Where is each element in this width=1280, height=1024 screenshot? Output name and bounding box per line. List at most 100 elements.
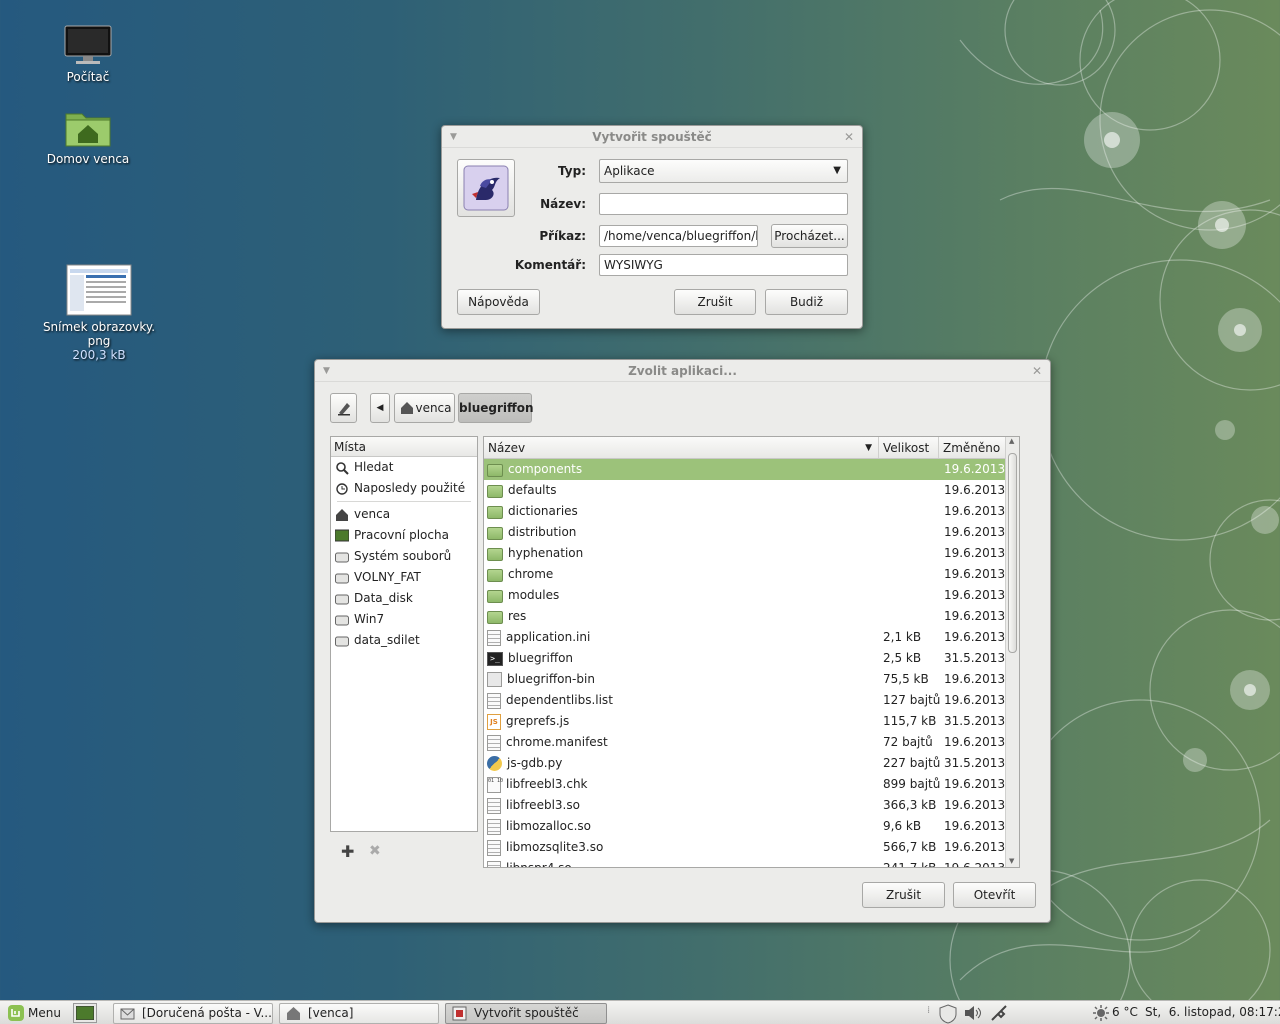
file-name: application.ini [506, 630, 591, 644]
executable-icon [487, 672, 502, 687]
chevron-left-icon: ◀ [376, 403, 384, 413]
file-row[interactable]: JS greprefs.js 115,7 kB 31.5.2013 [484, 711, 1019, 732]
desktop-icon-home[interactable]: Domov venca [28, 108, 148, 166]
place-item-volny-fat[interactable]: VOLNY_FAT [331, 567, 477, 588]
place-item-recent[interactable]: Naposledy použité [331, 478, 477, 499]
cancel-button[interactable]: Zrušit [862, 882, 945, 908]
browse-button[interactable]: Procházet... [771, 224, 848, 248]
window-menu-icon[interactable]: ▼ [450, 126, 457, 148]
place-item-data-sdilet[interactable]: data_sdilet [331, 630, 477, 651]
taskbar-item-file-manager[interactable]: [venca] [279, 1003, 439, 1024]
file-row[interactable]: bluegriffon-bin 75,5 kB 19.6.2013 [484, 669, 1019, 690]
file-row[interactable]: res 19.6.2013 [484, 606, 1019, 627]
file-row[interactable]: chrome 19.6.2013 [484, 564, 1019, 585]
taskbar-item-create-launcher[interactable]: Vytvořit spouštěč [445, 1003, 607, 1024]
file-row[interactable]: libfreebl3.so 366,3 kB 19.6.2013 [484, 795, 1019, 816]
dialog-titlebar: ▼ Vytvořit spouštěč ✕ [442, 126, 862, 148]
vertical-scrollbar[interactable]: ▲ ▼ [1005, 437, 1019, 867]
cancel-button[interactable]: Zrušit [674, 289, 756, 315]
close-icon[interactable]: ✕ [844, 126, 854, 148]
shield-icon[interactable] [938, 1004, 958, 1024]
desktop-icon-screenshot[interactable]: Snímek obrazovky. png 200,3 kB [40, 264, 158, 362]
file-row[interactable]: components 19.6.2013 [484, 459, 1019, 480]
type-label: Typ: [558, 164, 586, 178]
weather-icon[interactable] [1092, 1004, 1110, 1022]
scroll-down-icon[interactable]: ▼ [1009, 857, 1014, 865]
scrollbar-thumb[interactable] [1008, 453, 1017, 653]
text-file-icon [487, 629, 501, 646]
clock[interactable]: St, 6. listopad, 08:17:24 [1145, 1005, 1280, 1019]
file-name: res [508, 609, 527, 623]
file-name: dependentlibs.list [506, 693, 613, 707]
file-row[interactable]: distribution 19.6.2013 [484, 522, 1019, 543]
recent-icon [336, 482, 348, 495]
column-header-name[interactable]: Název ▼ [484, 437, 879, 458]
comment-field[interactable]: WYSIWYG [599, 254, 848, 276]
place-item-filesystem[interactable]: Systém souborů [331, 546, 477, 567]
place-label: venca [354, 507, 391, 521]
file-size: 2,1 kB [883, 630, 922, 644]
help-button[interactable]: Nápověda [457, 289, 540, 315]
type-select[interactable]: Aplikace ▼ [599, 159, 848, 183]
close-icon[interactable]: ✕ [1032, 360, 1042, 382]
file-row[interactable]: defaults 19.6.2013 [484, 480, 1019, 501]
name-field[interactable] [599, 193, 848, 215]
file-row[interactable]: libnspr4.so 241,7 kB 19.6.2013 [484, 858, 1019, 867]
file-name-cell: dictionaries [484, 501, 879, 522]
scroll-up-icon[interactable]: ▲ [1009, 437, 1014, 445]
dialog-titlebar: ▼ Zvolit aplikaci... ✕ [315, 360, 1050, 382]
file-row[interactable]: dictionaries 19.6.2013 [484, 501, 1019, 522]
show-desktop-button[interactable] [73, 1003, 97, 1023]
text-file-icon [487, 692, 501, 709]
desktop-icon-computer[interactable]: Počítač [28, 24, 148, 84]
remove-bookmark-icon[interactable]: ✖ [369, 843, 381, 859]
text-file-icon [487, 839, 501, 856]
file-name-cell: chrome.manifest [484, 732, 879, 753]
command-field[interactable]: /home/venca/bluegriffon/b [599, 225, 758, 247]
column-header-size[interactable]: Velikost [879, 437, 939, 458]
place-item-desktop[interactable]: Pracovní plocha [331, 525, 477, 546]
column-label: Název [488, 441, 526, 455]
network-icon[interactable] [989, 1004, 1009, 1022]
file-name-cell: libmozsqlite3.so [484, 837, 879, 858]
place-item-venca[interactable]: venca [331, 504, 477, 525]
file-name: libfreebl3.chk [506, 777, 588, 791]
place-item-win7[interactable]: Win7 [331, 609, 477, 630]
file-size: 72 bajtů [883, 735, 933, 749]
drive-icon [335, 552, 349, 562]
taskbar-item-mail[interactable]: [Doručená pošta - V... [113, 1003, 273, 1024]
file-row[interactable]: js-gdb.py 227 bajtů 31.5.2013 [484, 753, 1019, 774]
file-name-cell: bluegriffon-bin [484, 669, 879, 690]
file-row[interactable]: libmozsqlite3.so 566,7 kB 19.6.2013 [484, 837, 1019, 858]
file-row[interactable]: hyphenation 19.6.2013 [484, 543, 1019, 564]
file-name: libmozalloc.so [506, 819, 591, 833]
type-location-button[interactable] [330, 393, 357, 423]
places-header[interactable]: Místa [331, 437, 477, 457]
ok-button[interactable]: Budiž [765, 289, 848, 315]
column-header-modified[interactable]: Změněno [939, 437, 1005, 458]
file-size: 127 bajtů [883, 693, 941, 707]
desktop-icon [75, 1005, 95, 1021]
file-name-cell: modules [484, 585, 879, 606]
pencil-icon [337, 403, 350, 416]
file-row[interactable]: modules 19.6.2013 [484, 585, 1019, 606]
place-item-search[interactable]: Hledat [331, 457, 477, 478]
file-row[interactable]: >_ bluegriffon 2,5 kB 31.5.2013 [484, 648, 1019, 669]
menu-button[interactable]: Menu [4, 1003, 61, 1023]
javascript-icon: JS [487, 713, 501, 730]
window-menu-icon[interactable]: ▼ [323, 360, 330, 382]
file-row[interactable]: 01 10 libfreebl3.chk 899 bajtů 19.6.2013 [484, 774, 1019, 795]
launcher-icon [452, 1006, 467, 1021]
add-bookmark-icon[interactable]: ✚ [341, 842, 354, 861]
volume-icon[interactable] [963, 1005, 983, 1021]
open-button[interactable]: Otevřít [953, 882, 1036, 908]
file-name: libmozsqlite3.so [506, 840, 604, 854]
path-back-button[interactable]: ◀ [370, 393, 390, 423]
file-row[interactable]: dependentlibs.list 127 bajtů 19.6.2013 [484, 690, 1019, 711]
file-row[interactable]: application.ini 2,1 kB 19.6.2013 [484, 627, 1019, 648]
file-row[interactable]: libmozalloc.so 9,6 kB 19.6.2013 [484, 816, 1019, 837]
place-item-data-disk[interactable]: Data_disk [331, 588, 477, 609]
path-button-bluegriffon[interactable]: bluegriffon [458, 393, 534, 423]
path-button-venca[interactable]: venca [394, 393, 455, 423]
file-row[interactable]: chrome.manifest 72 bajtů 19.6.2013 [484, 732, 1019, 753]
